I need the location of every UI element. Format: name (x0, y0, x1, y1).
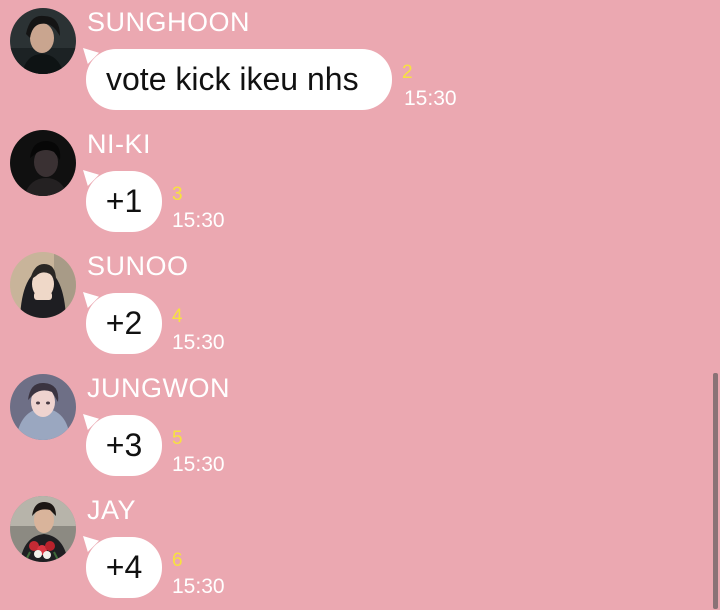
chat-message: SUNOO +2 4 15:30 (0, 244, 700, 366)
message-bubble[interactable]: vote kick ikeu nhs (86, 49, 392, 110)
unread-count: 5 (172, 428, 183, 449)
chat-message-list: SUNGHOON vote kick ikeu nhs 2 15:30 NI-K… (0, 0, 720, 609)
sender-name: JAY (87, 495, 137, 525)
unread-count: 3 (172, 184, 183, 205)
chat-message: JAY +4 6 15:30 (0, 488, 700, 610)
message-bubble[interactable]: +2 (86, 293, 162, 354)
chat-message: SUNGHOON vote kick ikeu nhs 2 15:30 (0, 0, 700, 122)
chat-message: JUNGWON +3 5 15:30 (0, 366, 700, 488)
message-time: 15:30 (172, 209, 225, 232)
niki-avatar[interactable] (10, 130, 76, 196)
message-time: 15:30 (172, 331, 225, 354)
jungwon-avatar[interactable] (10, 374, 76, 440)
sunghoon-avatar[interactable] (10, 8, 76, 74)
message-bubble[interactable]: +1 (86, 171, 162, 232)
message-time: 15:30 (404, 87, 457, 110)
message-time: 15:30 (172, 575, 225, 598)
sender-name: SUNOO (87, 251, 189, 281)
sender-name: JUNGWON (87, 373, 230, 403)
sender-name: SUNGHOON (87, 7, 251, 37)
message-bubble[interactable]: +3 (86, 415, 162, 476)
chat-message: NI-KI +1 3 15:30 (0, 122, 700, 244)
unread-count: 2 (402, 62, 413, 83)
sunoo-avatar[interactable] (10, 252, 76, 318)
jay-avatar[interactable] (10, 496, 76, 562)
unread-count: 4 (172, 306, 183, 327)
scrollbar[interactable] (713, 373, 718, 609)
sender-name: NI-KI (87, 129, 152, 159)
unread-count: 6 (172, 550, 183, 571)
message-time: 15:30 (172, 453, 225, 476)
message-bubble[interactable]: +4 (86, 537, 162, 598)
